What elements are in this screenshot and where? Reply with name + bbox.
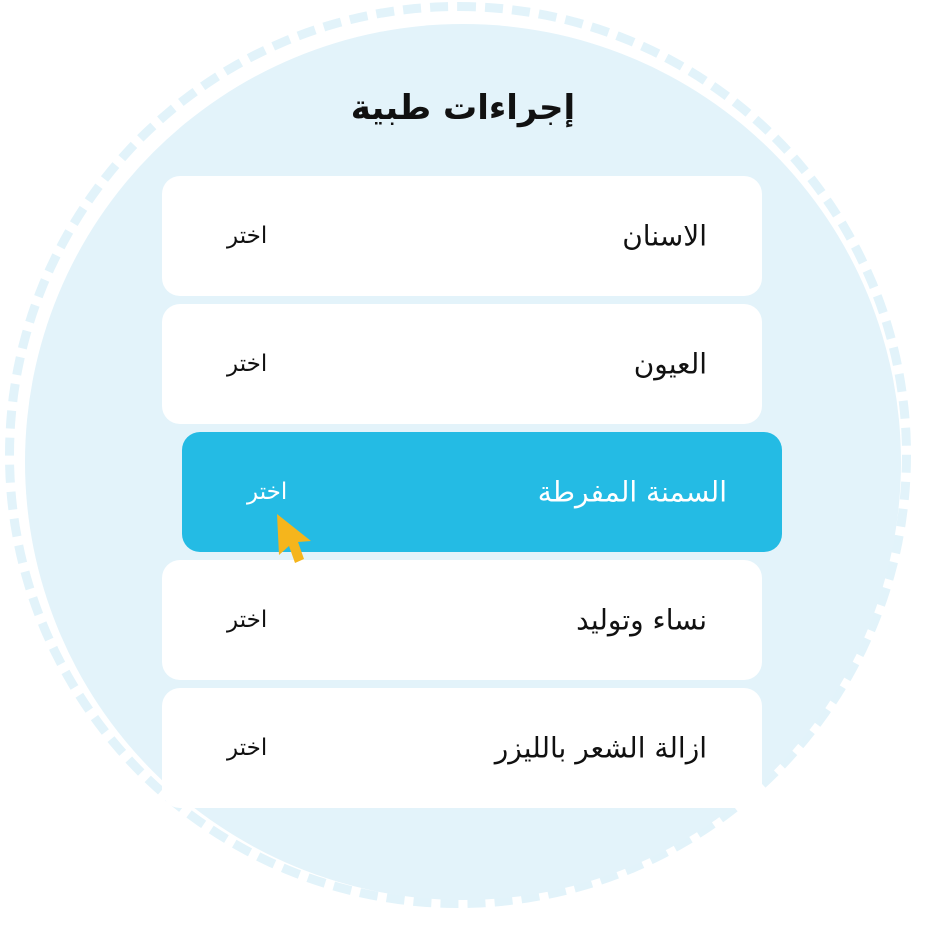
- choose-button[interactable]: اختر: [227, 735, 267, 761]
- procedure-item-label: العيون: [633, 347, 707, 381]
- procedure-item-label: السمنة المفرطة: [537, 475, 727, 509]
- mouse-pointer-icon: [277, 514, 311, 563]
- procedure-item-label: نساء وتوليد: [576, 603, 707, 637]
- page-title: إجراءات طبية: [350, 88, 576, 128]
- procedure-item-laser-hair-removal[interactable]: ازالة الشعر بالليزر اختر: [162, 688, 762, 808]
- procedure-item-dental[interactable]: الاسنان اختر: [162, 176, 762, 296]
- choose-button[interactable]: اختر: [227, 607, 267, 633]
- choose-button[interactable]: اختر: [247, 479, 287, 505]
- procedure-item-label: ازالة الشعر بالليزر: [494, 731, 707, 765]
- procedure-item-obesity[interactable]: السمنة المفرطة اختر: [182, 432, 782, 552]
- choose-button[interactable]: اختر: [227, 223, 267, 249]
- procedure-item-gynecology[interactable]: نساء وتوليد اختر: [162, 560, 762, 680]
- choose-button[interactable]: اختر: [227, 351, 267, 377]
- procedure-item-label: الاسنان: [622, 219, 707, 253]
- procedure-item-eyes[interactable]: العيون اختر: [162, 304, 762, 424]
- procedures-panel: إجراءات طبية الاسنان اختر العيون اختر ال…: [0, 0, 926, 926]
